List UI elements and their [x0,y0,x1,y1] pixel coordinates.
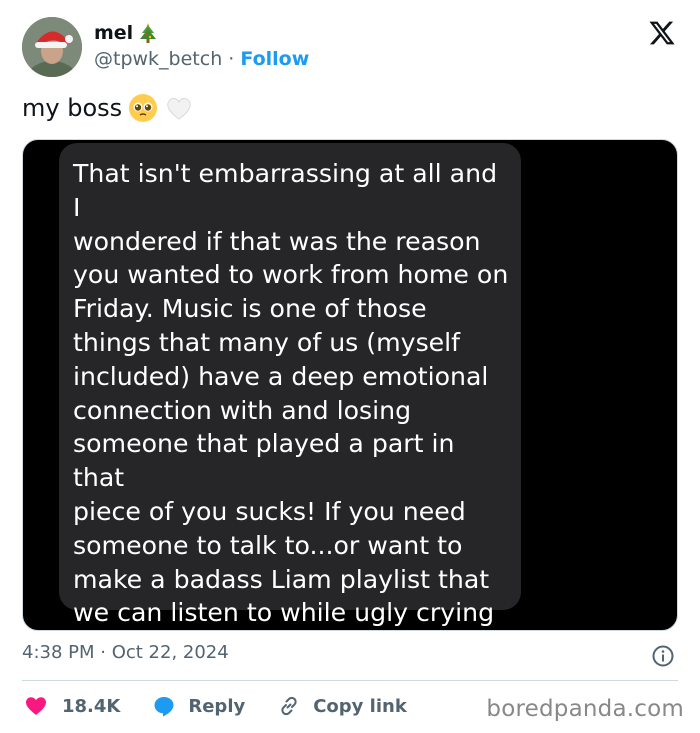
author-name-row: mel [94,22,157,44]
handle-separator: · [228,48,235,70]
divider [22,680,678,681]
author-name[interactable]: mel [94,22,133,44]
x-logo-icon[interactable] [648,19,676,47]
message-bubble: That isn't embarrassing at all and I won… [59,143,521,627]
white-heart-icon [167,98,191,120]
info-icon[interactable] [651,644,675,668]
copy-link-label: Copy link [313,695,407,717]
tweet-text-row: my boss [22,93,194,123]
heart-icon [26,697,46,715]
link-icon [281,696,297,716]
author-handle[interactable]: @tpwk_betch [94,48,222,70]
media-image[interactable]: That isn't embarrassing at all and I won… [22,139,678,631]
tweet-timestamp[interactable]: 4:38 PM · Oct 22, 2024 [22,642,229,663]
reply-bubble-icon [154,697,174,717]
reply-button[interactable]: Reply [152,694,245,718]
reply-label: Reply [188,695,246,717]
avatar[interactable] [22,17,82,77]
like-button[interactable]: 18.4K [24,694,120,718]
copy-link-button[interactable]: Copy link [277,694,407,718]
tweet-text: my boss [22,94,123,122]
message-text: That isn't embarrassing at all and I won… [73,159,509,628]
christmas-tree-icon [140,23,157,43]
avatar-image [22,17,82,77]
like-count: 18.4K [62,695,121,717]
action-bar: 18.4K Reply Copy link [24,690,407,722]
watermark: boredpanda.com [486,696,684,722]
pleading-face-icon [129,94,158,122]
author-handle-row: @tpwk_betch · Follow [94,48,309,70]
follow-button[interactable]: Follow [240,48,309,70]
